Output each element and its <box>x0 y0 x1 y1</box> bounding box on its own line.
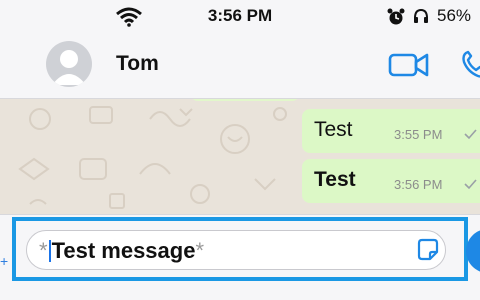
send-button[interactable] <box>466 229 480 273</box>
message-input[interactable]: * Test message* <box>26 230 446 270</box>
message-bubble[interactable]: Test 3:56 PM <box>302 159 480 203</box>
message-bubble[interactable]: Test 3:55 PM <box>302 109 480 153</box>
status-bar: 3:56 PM 56% <box>0 0 480 34</box>
bold-marker-open: * <box>39 238 48 263</box>
message-input-value: * Test message* <box>39 238 204 264</box>
message-input-text: Test message <box>51 238 196 263</box>
video-call-icon[interactable] <box>388 50 430 80</box>
message-time: 3:56 PM <box>394 177 443 192</box>
contact-avatar[interactable] <box>46 41 92 87</box>
message-list[interactable]: Test 3:55 PM Test 3:56 PM <box>0 99 480 214</box>
previous-message-bubble <box>190 99 300 101</box>
delivered-check-icon <box>464 179 477 190</box>
status-time: 3:56 PM <box>207 6 273 25</box>
battery-percent: 56% <box>437 6 472 25</box>
headphones-icon <box>414 8 428 23</box>
message-text: Test <box>314 168 356 191</box>
text-cursor <box>48 240 51 262</box>
composer-bar: + * Test message* <box>0 214 480 300</box>
phone-call-icon[interactable] <box>458 48 480 80</box>
message-text: Test <box>314 118 353 141</box>
contact-name[interactable]: Tom <box>116 52 159 76</box>
message-time: 3:55 PM <box>394 127 443 142</box>
delivered-check-icon <box>464 129 477 140</box>
avatar-placeholder-icon <box>52 50 86 85</box>
sticker-icon[interactable] <box>415 237 441 263</box>
plus-icon[interactable]: + <box>0 253 8 269</box>
chat-header: Tom <box>0 34 480 99</box>
bold-marker-close: * <box>195 238 205 263</box>
chat-screen: 3:56 PM 56% Tom Test 3:55 PM Test 3:56 P… <box>0 0 480 300</box>
alarm-icon <box>387 8 405 25</box>
